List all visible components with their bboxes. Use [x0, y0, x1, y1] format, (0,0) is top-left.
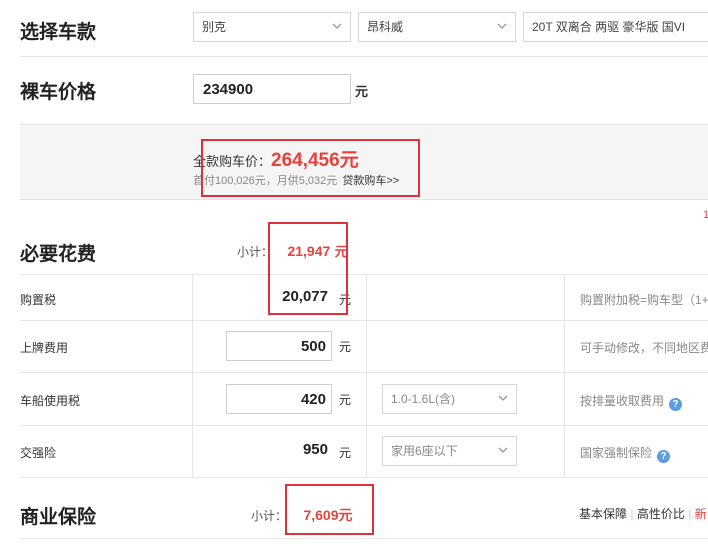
displacement-select[interactable]: 1.0-1.6L(含)	[382, 384, 517, 414]
purchase-tax-label: 购置税	[20, 293, 57, 307]
plan-new[interactable]: 新	[695, 507, 707, 521]
plan-value[interactable]: 高性价比	[637, 507, 685, 521]
seats-select-value: 家用6座以下	[391, 444, 458, 458]
highlight-box-insurance	[285, 484, 374, 535]
purchase-tax-note: 购置附加税=购车型（1+	[580, 293, 708, 307]
chevron-down-icon	[498, 395, 508, 401]
bare-price-title: 裸车价格	[20, 81, 97, 103]
divider	[366, 274, 367, 477]
compulsory-insurance-label: 交强险	[20, 446, 57, 460]
trim-select-value: 20T 双离合 两驱 豪华版 国VI	[532, 20, 686, 34]
highlight-box-total	[201, 139, 420, 197]
chevron-down-icon	[332, 23, 342, 29]
displacement-select-value: 1.0-1.6L(含)	[391, 392, 456, 406]
compulsory-insurance-note-wrap: 国家强制保险?	[580, 444, 671, 463]
help-icon[interactable]: ?	[669, 398, 683, 411]
chevron-down-icon	[497, 23, 507, 29]
bare-price-input[interactable]	[193, 74, 351, 104]
divider	[20, 372, 708, 373]
divider	[564, 274, 565, 477]
divider	[20, 538, 708, 539]
trim-select[interactable]: 20T 双离合 两驱 豪华版 国VI	[523, 12, 708, 42]
vehicle-tax-note-wrap: 按排量收取费用?	[580, 392, 683, 411]
vehicle-tax-input[interactable]	[226, 384, 332, 414]
required-costs-title: 必要花费	[20, 243, 97, 265]
divider	[20, 56, 708, 57]
chevron-down-icon	[498, 447, 508, 453]
compulsory-insurance-value: 950	[302, 441, 328, 458]
divider	[20, 477, 708, 478]
plate-fee-input[interactable]	[226, 331, 332, 361]
vehicle-tax-note: 按排量收取费用	[580, 394, 665, 408]
plate-fee-unit: 元	[339, 340, 352, 354]
vehicle-tax-label: 车船使用税	[20, 394, 81, 408]
plate-fee-label: 上牌费用	[20, 341, 69, 355]
insurance-subtotal-label: 小计：	[251, 509, 288, 523]
plan-basic[interactable]: 基本保障	[579, 507, 627, 521]
edge-fragment: 1	[703, 209, 708, 221]
select-model-title: 选择车款	[20, 21, 97, 43]
help-icon[interactable]: ?	[657, 450, 671, 463]
highlight-box-required	[268, 222, 348, 315]
vehicle-tax-unit: 元	[339, 393, 352, 407]
series-select-value: 昂科威	[367, 20, 404, 34]
seats-select[interactable]: 家用6座以下	[382, 436, 517, 466]
divider	[20, 425, 708, 426]
series-select[interactable]: 昂科威	[358, 12, 516, 42]
compulsory-insurance-unit: 元	[339, 446, 352, 460]
brand-select[interactable]: 别克	[193, 12, 351, 42]
divider	[20, 274, 708, 275]
compulsory-insurance-note: 国家强制保险	[580, 446, 653, 460]
brand-select-value: 别克	[202, 20, 227, 34]
divider	[20, 320, 708, 321]
insurance-title: 商业保险	[20, 506, 97, 528]
bare-price-unit: 元	[355, 84, 369, 99]
plate-fee-note: 可手动修改，不同地区费	[580, 341, 708, 355]
insurance-plan-tabs: 基本保障 | 高性价比 | 新	[579, 507, 707, 521]
divider	[192, 274, 193, 477]
